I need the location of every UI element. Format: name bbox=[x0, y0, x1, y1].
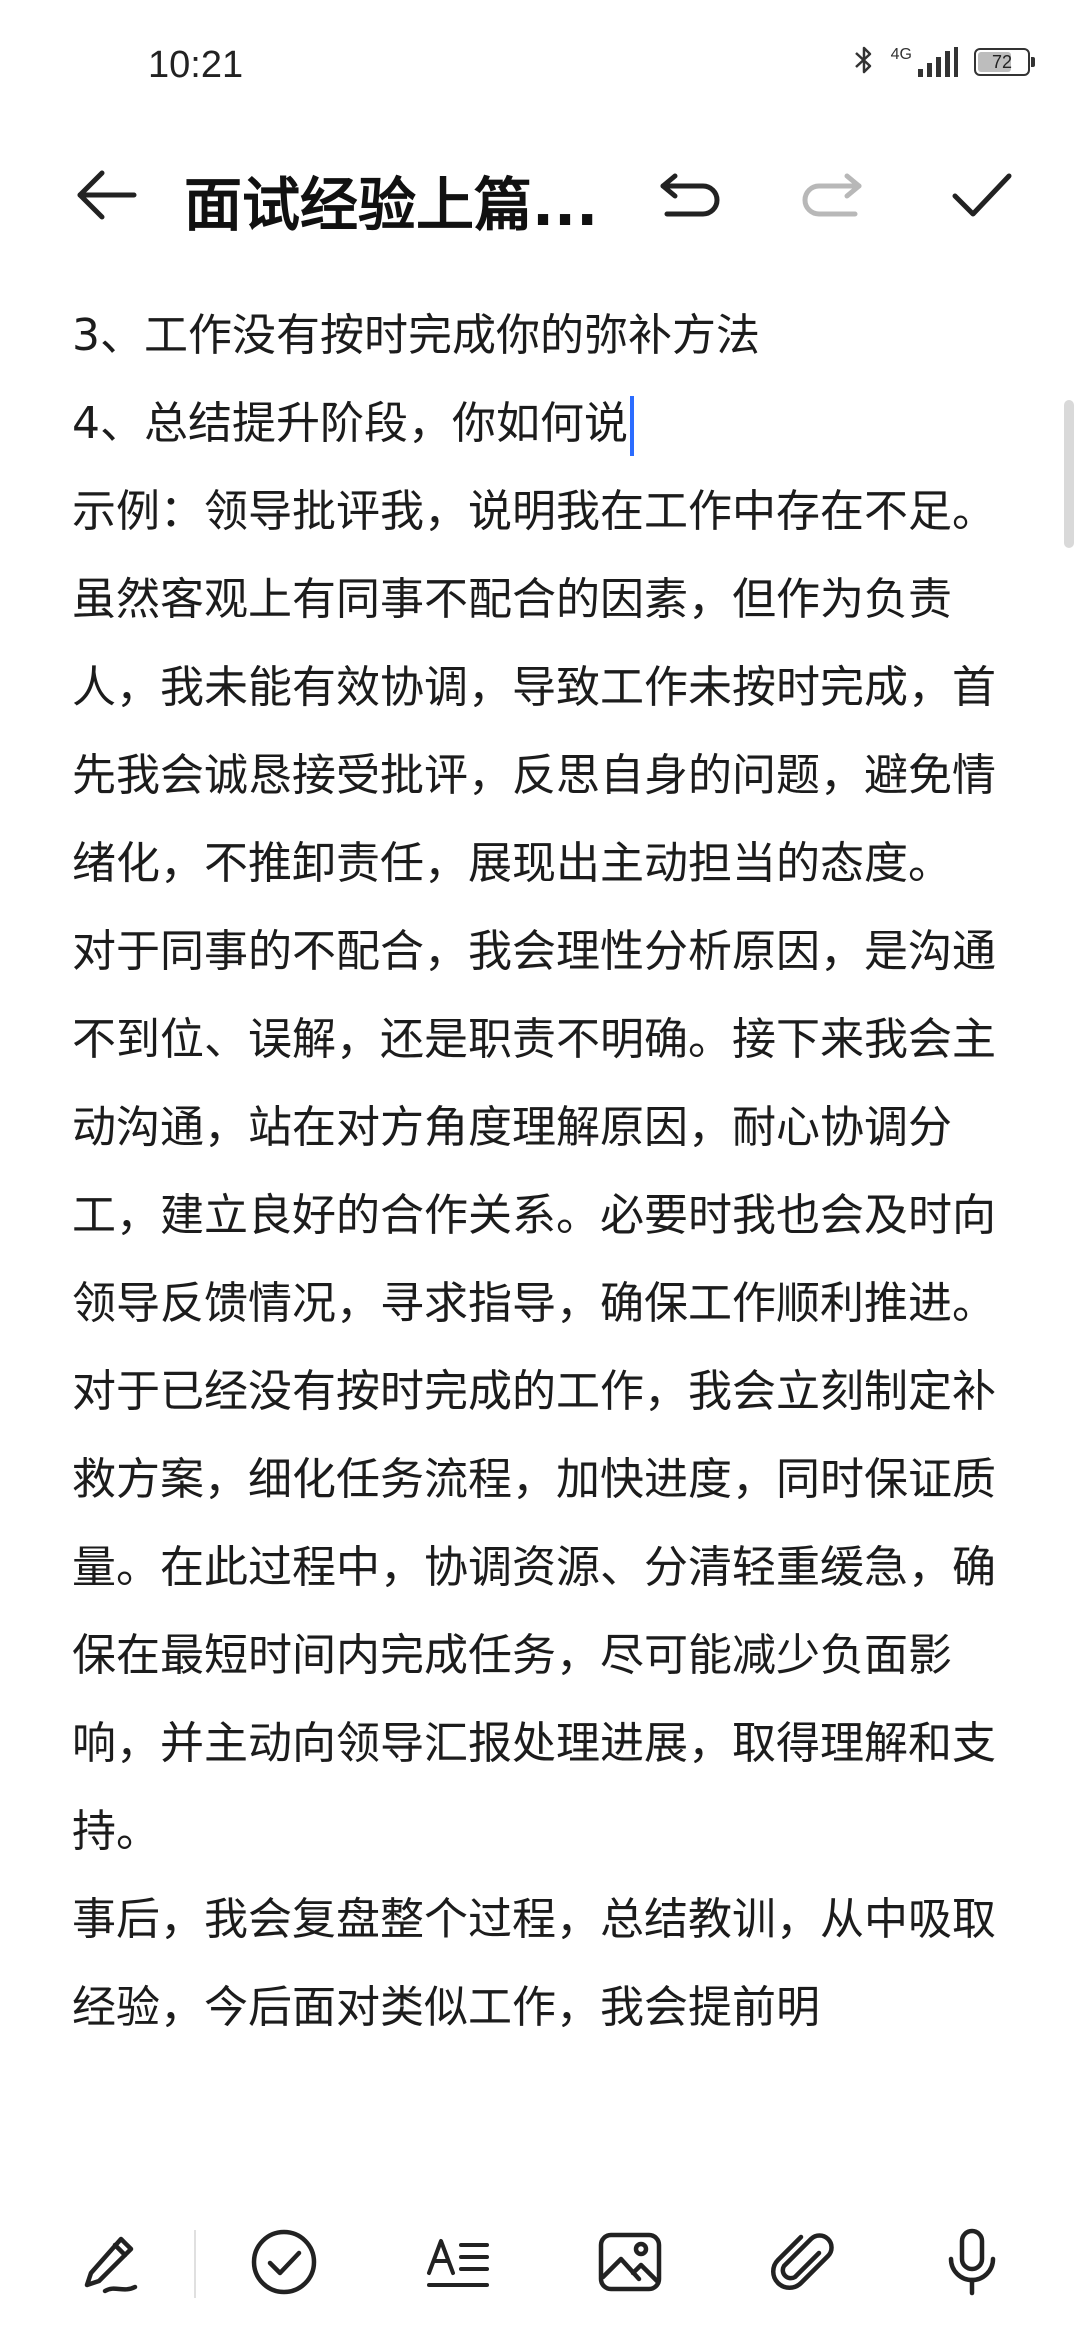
toolbar-divider bbox=[194, 2230, 196, 2298]
handwriting-button[interactable] bbox=[72, 2222, 152, 2302]
done-button[interactable] bbox=[940, 155, 1024, 235]
status-bar: 10:21 4G 72 bbox=[0, 0, 1080, 130]
bottom-toolbar bbox=[0, 2180, 1080, 2340]
text-cursor bbox=[630, 396, 634, 456]
back-arrow-icon bbox=[77, 170, 137, 220]
status-icons: 4G 72 bbox=[853, 44, 1035, 80]
note-body[interactable]: 3、工作没有按时完成你的弥补方法 4、总结提升阶段，你如何说 示例：领导批评我，… bbox=[72, 292, 1012, 2052]
redo-button[interactable] bbox=[790, 155, 874, 235]
content-fade bbox=[0, 2140, 1080, 2180]
status-time: 10:21 bbox=[148, 44, 244, 86]
text-format-button[interactable] bbox=[418, 2222, 498, 2302]
note-paragraph[interactable]: 3、工作没有按时完成你的弥补方法 bbox=[72, 292, 1012, 380]
bluetooth-icon bbox=[853, 44, 875, 80]
note-paragraph[interactable]: 事后，我会复盘整个过程，总结教训，从中吸取经验，今后面对类似工作，我会提前明 bbox=[72, 1876, 1012, 2052]
note-paragraph-with-cursor[interactable]: 4、总结提升阶段，你如何说 bbox=[72, 380, 1012, 468]
scrollbar-thumb[interactable] bbox=[1064, 400, 1074, 548]
voice-input-button[interactable] bbox=[932, 2222, 1012, 2302]
note-paragraph[interactable]: 对于已经没有按时完成的工作，我会立刻制定补救方案，细化任务流程，加快进度，同时保… bbox=[72, 1348, 1012, 1876]
checklist-button[interactable] bbox=[244, 2222, 324, 2302]
note-paragraph[interactable]: 对于同事的不配合，我会理性分析原因，是沟通不到位、误解，还是职责不明确。接下来我… bbox=[72, 908, 1012, 1348]
insert-image-button[interactable] bbox=[590, 2222, 670, 2302]
battery-level: 72 bbox=[991, 51, 1013, 72]
image-icon bbox=[598, 2232, 662, 2292]
note-paragraph-text: 4、总结提升阶段，你如何说 bbox=[72, 398, 628, 449]
handwriting-pen-icon bbox=[84, 2236, 138, 2294]
battery-icon: 72 bbox=[974, 48, 1035, 76]
network-type-label: 4G bbox=[890, 46, 912, 63]
microphone-icon bbox=[948, 2228, 996, 2296]
back-button[interactable] bbox=[66, 155, 146, 235]
check-icon bbox=[952, 173, 1012, 217]
attachment-button[interactable] bbox=[762, 2222, 842, 2302]
text-format-icon bbox=[427, 2239, 489, 2287]
attachment-icon bbox=[770, 2233, 834, 2291]
signal-icon: 4G bbox=[891, 47, 958, 77]
redo-icon bbox=[802, 173, 862, 217]
undo-icon bbox=[660, 173, 720, 217]
note-title[interactable]: 面试经验上篇... bbox=[184, 158, 624, 242]
undo-button[interactable] bbox=[648, 155, 732, 235]
note-paragraph[interactable]: 示例：领导批评我，说明我在工作中存在不足。虽然客观上有同事不配合的因素，但作为负… bbox=[72, 468, 1012, 908]
checklist-icon bbox=[251, 2229, 317, 2295]
